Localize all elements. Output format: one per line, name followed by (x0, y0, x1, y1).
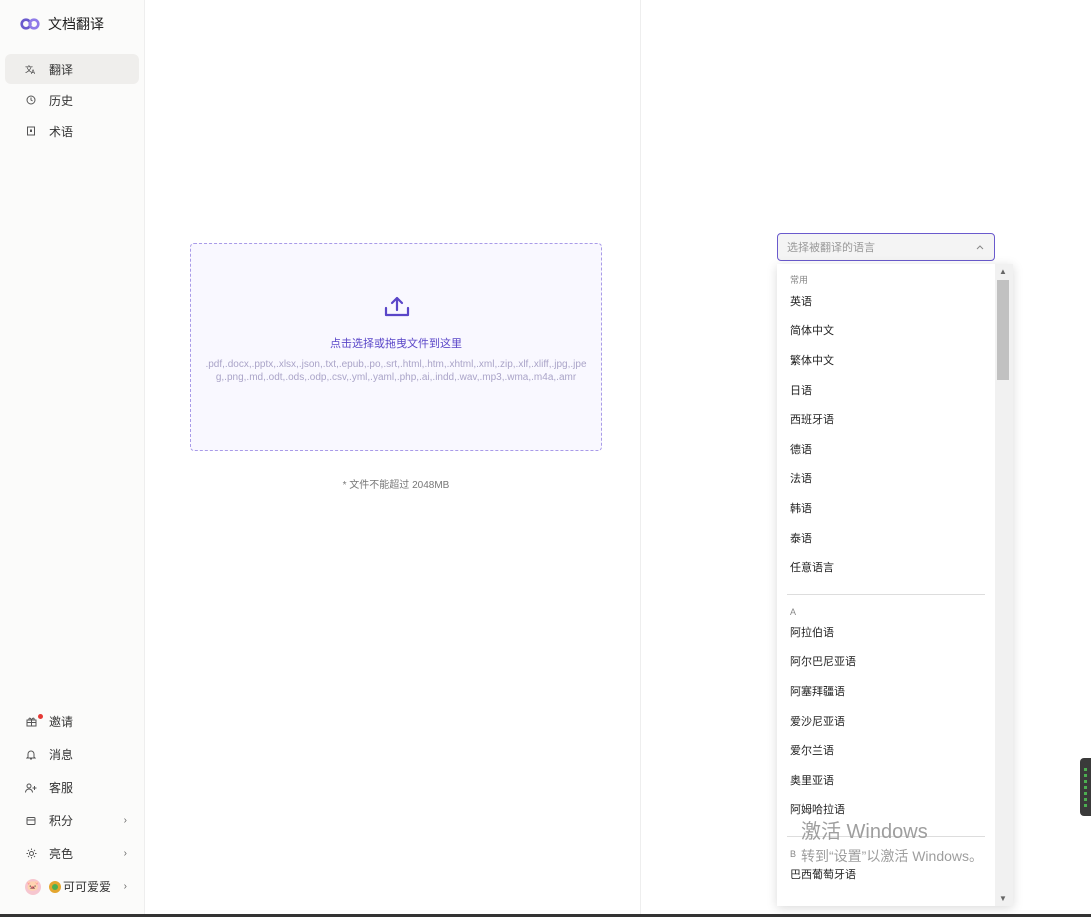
gift-icon (25, 716, 37, 728)
sidebar-item-theme[interactable]: 亮色 › (5, 837, 139, 870)
side-widget-tab[interactable] (1080, 758, 1091, 816)
sidebar-item-support[interactable]: 客服 (5, 771, 139, 804)
supported-formats: .pdf,.docx,.pptx,.xlsx,.json,.txt,.epub,… (205, 359, 587, 383)
sidebar-item-label: 客服 (49, 781, 74, 795)
file-size-note: * 文件不能超过 2048MB (342, 480, 450, 491)
language-option[interactable]: 爱沙尼亚语 (777, 706, 995, 736)
sidebar-item-label: 积分 (49, 814, 74, 828)
wallet-icon (25, 815, 37, 827)
notification-dot (38, 714, 43, 719)
language-option[interactable]: 奥里亚语 (777, 765, 995, 795)
sidebar-item-invite[interactable]: 邀请 (5, 705, 139, 738)
history-icon (25, 94, 37, 106)
dropdown-group-header: B (790, 849, 797, 860)
user-menu[interactable]: 🐷 可可爱爱 › (5, 870, 139, 903)
dropdown-group-header: 常用 (790, 275, 809, 285)
sidebar-item-label: 翻译 (49, 62, 74, 77)
language-dropdown: 常用 英语 简体中文 繁体中文 日语 西班牙语 德语 法语 韩语 泰语 任意语言 A 阿拉伯语 阿尔巴尼亚… (777, 264, 1013, 906)
user-name: 可可爱爱 (63, 880, 112, 894)
file-upload-dropzone[interactable]: 点击选择或拖曳文件到这里 .pdf,.docx,.pptx,.xlsx,.jso… (190, 243, 602, 451)
select-placeholder: 选择被翻译的语言 (787, 242, 875, 254)
upload-title: 点击选择或拖曳文件到这里 (330, 338, 462, 350)
language-option[interactable]: 阿拉伯语 (777, 617, 995, 647)
sidebar-item-label: 历史 (49, 93, 74, 108)
panel-divider (640, 0, 641, 917)
language-options-list: 常用 英语 简体中文 繁体中文 日语 西班牙语 德语 法语 韩语 泰语 任意语言 A 阿拉伯语 阿尔巴尼亚… (777, 264, 995, 906)
bell-icon (25, 749, 37, 761)
language-option[interactable]: 爱尔兰语 (777, 735, 995, 765)
language-option[interactable]: 巴西葡萄牙语 (777, 859, 995, 889)
sidebar-item-history[interactable]: 历史 (5, 85, 139, 115)
dropdown-scrollbar[interactable]: ▲ ▼ (995, 264, 1013, 906)
sidebar-item-glossary[interactable]: 术语 (5, 116, 139, 146)
language-option[interactable]: 阿尔巴尼亚语 (777, 647, 995, 677)
sidebar-item-translate[interactable]: 文A 翻译 (5, 54, 139, 84)
sidebar-item-label: 亮色 (49, 847, 74, 861)
user-badge-icon (49, 880, 61, 893)
translate-icon: 文A (25, 63, 37, 75)
sidebar: 文档翻译 文A 翻译 历史 术语 邀请 消息 客服 积分 › 亮色 › 🐷 可可… (0, 0, 145, 917)
language-option[interactable]: 英语 (777, 286, 995, 316)
chevron-right-icon: › (123, 881, 127, 892)
language-option[interactable]: 繁体中文 (777, 345, 995, 375)
bottom-nav: 邀请 消息 客服 积分 › 亮色 › 🐷 可可爱爱 › (5, 705, 139, 903)
sidebar-item-points[interactable]: 积分 › (5, 804, 139, 837)
scroll-thumb[interactable] (997, 280, 1009, 380)
main-nav: 文A 翻译 历史 术语 (5, 54, 139, 147)
scroll-up-arrow-icon[interactable]: ▲ (999, 267, 1007, 276)
scroll-down-arrow-icon[interactable]: ▼ (999, 894, 1007, 903)
language-option[interactable]: 简体中文 (777, 316, 995, 346)
dropdown-group-header: A (790, 606, 797, 617)
chevron-up-icon (976, 242, 984, 252)
sidebar-item-label: 邀请 (49, 715, 74, 729)
chevron-right-icon: › (123, 815, 127, 826)
language-option[interactable]: 泰语 (777, 523, 995, 553)
language-option[interactable]: 法语 (777, 464, 995, 494)
source-language-select[interactable]: 选择被翻译的语言 (777, 233, 995, 261)
chevron-right-icon: › (123, 848, 127, 859)
language-option[interactable]: 阿塞拜疆语 (777, 676, 995, 706)
sun-icon (25, 848, 37, 860)
logo-icon (20, 18, 40, 30)
language-option[interactable]: 德语 (777, 434, 995, 464)
svg-text:A: A (31, 69, 36, 75)
sidebar-item-label: 术语 (49, 124, 74, 139)
language-option[interactable]: 日语 (777, 375, 995, 405)
sidebar-item-label: 消息 (49, 748, 74, 762)
language-option[interactable]: 西班牙语 (777, 404, 995, 434)
sidebar-item-messages[interactable]: 消息 (5, 738, 139, 771)
brand[interactable]: 文档翻译 (20, 14, 104, 34)
upload-icon (384, 296, 410, 317)
language-option[interactable]: 阿姆哈拉语 (777, 795, 995, 825)
language-option[interactable]: 任意语言 (777, 552, 995, 582)
user-plus-icon (25, 782, 37, 794)
language-option[interactable]: 韩语 (777, 493, 995, 523)
avatar: 🐷 (25, 878, 41, 895)
app-title: 文档翻译 (48, 16, 104, 32)
glossary-icon (25, 125, 37, 137)
